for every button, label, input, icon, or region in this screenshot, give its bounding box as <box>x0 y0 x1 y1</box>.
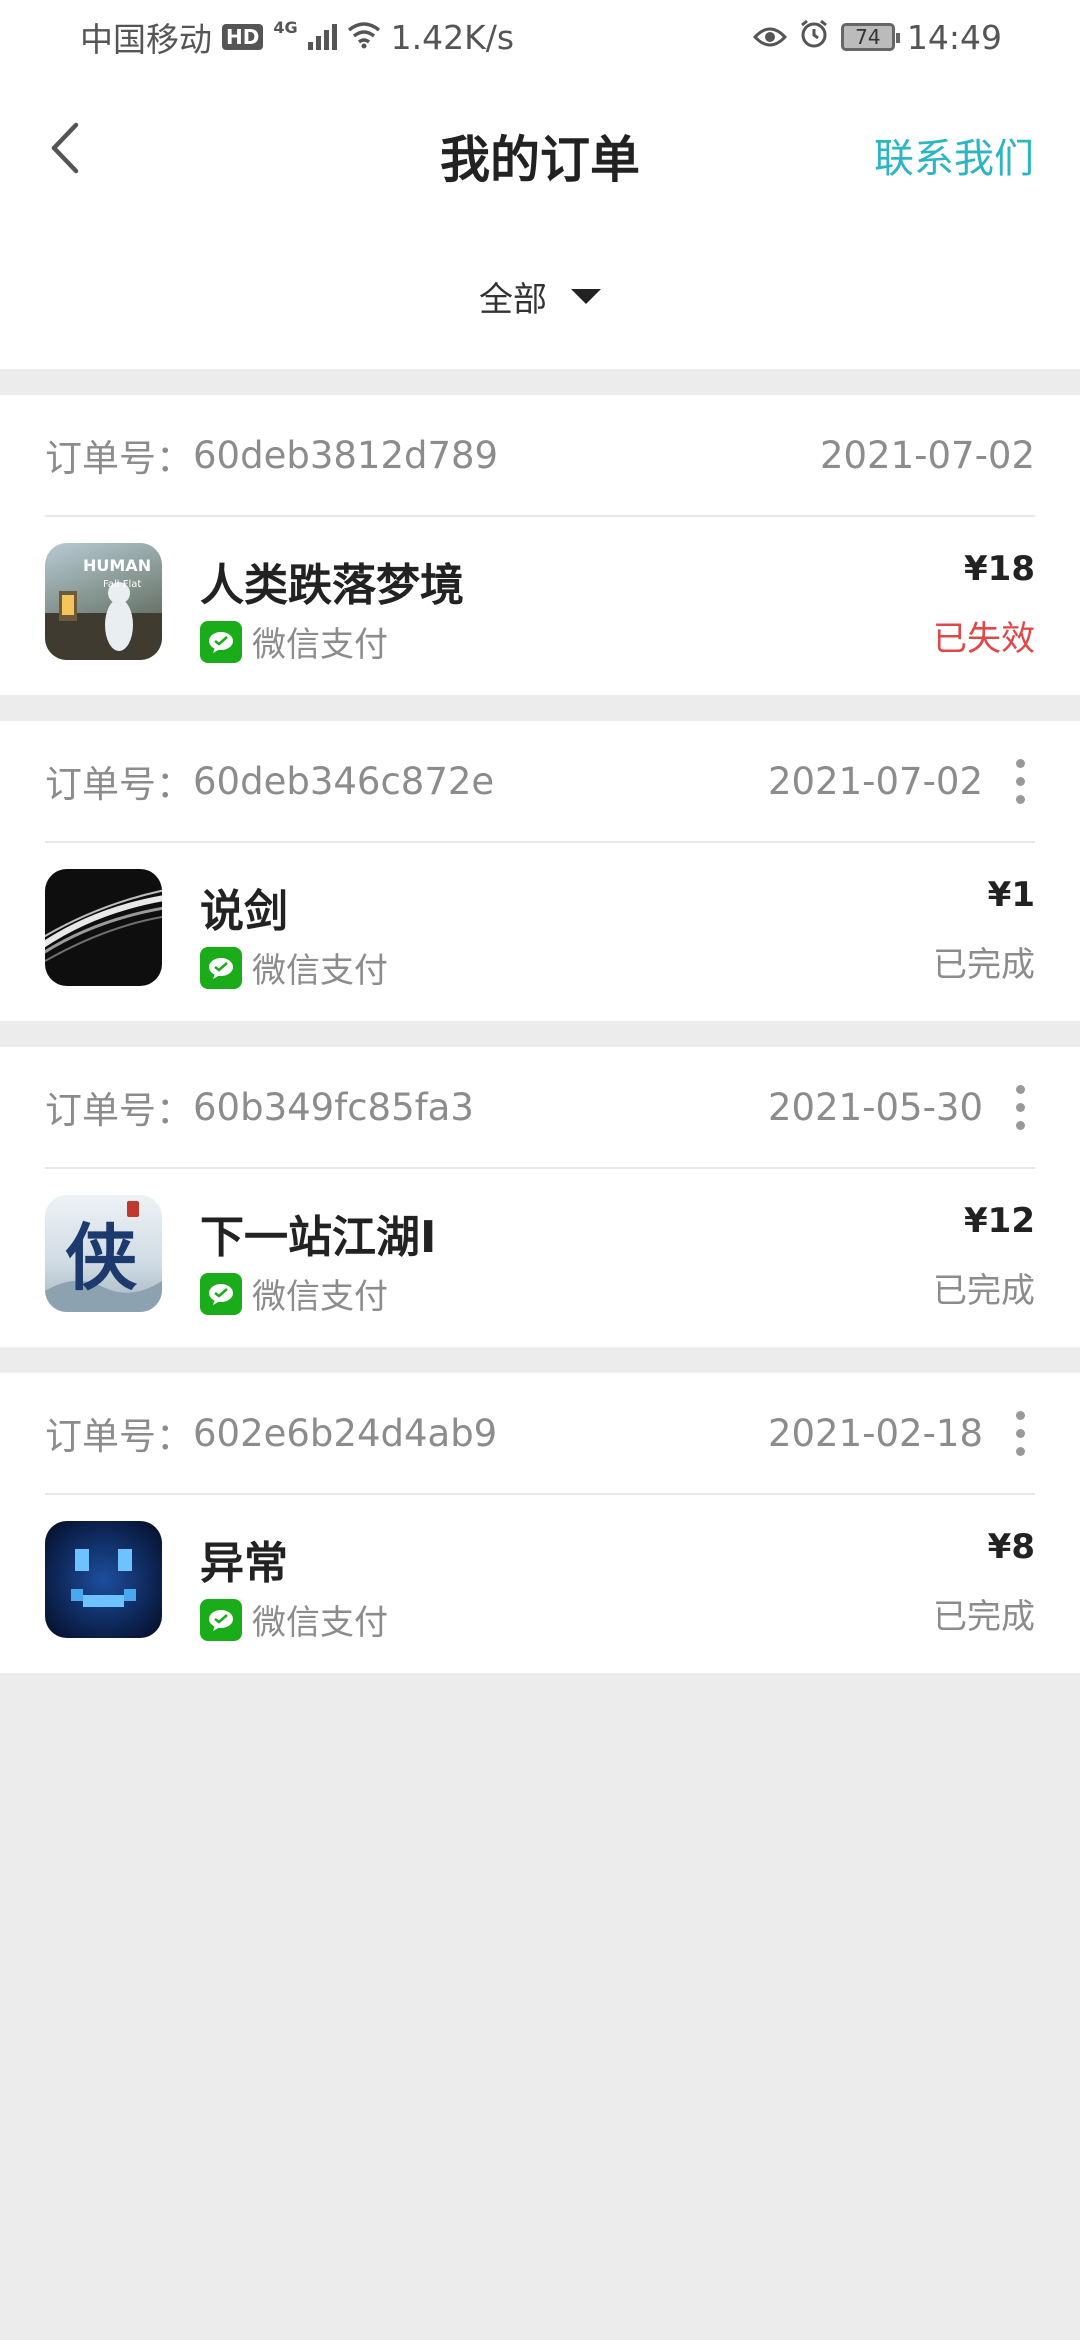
order-header: 订单号： 602e6b24d4ab9 2021-02-18 <box>45 1373 1035 1495</box>
payment-label: 微信支付 <box>252 951 388 991</box>
network-type: 4G <box>273 17 298 37</box>
signal-icon <box>307 24 337 50</box>
order-header: 订单号： 60b349fc85fa3 2021-05-30 <box>45 1047 1035 1169</box>
battery-icon: 74 <box>840 23 900 51</box>
order-header: 订单号： 60deb346c872e 2021-07-02 <box>45 721 1035 843</box>
game-icon <box>45 869 162 986</box>
caret-down-icon <box>571 289 601 304</box>
order-price: ¥1 <box>987 875 1035 915</box>
order-number: 60b349fc85fa3 <box>193 1085 474 1129</box>
payment-label: 微信支付 <box>252 1603 388 1643</box>
wechat-pay-icon <box>200 946 242 989</box>
order-card[interactable]: 订单号： 60b349fc85fa3 2021-05-30 侠 下一站江湖Ⅰ 微… <box>0 1047 1080 1347</box>
order-number-label: 订单号： <box>45 437 193 480</box>
order-number: 602e6b24d4ab9 <box>193 1411 498 1455</box>
payment-method: 微信支付 <box>200 1269 388 1318</box>
order-card[interactable]: 订单号： 602e6b24d4ab9 2021-02-18 异常 微信支付 ¥8… <box>0 1373 1080 1673</box>
game-logo-text: 侠 <box>65 1215 138 1300</box>
order-date: 2021-05-30 <box>767 1085 983 1129</box>
more-options-button[interactable] <box>1005 751 1035 811</box>
wechat-pay-icon <box>200 1272 242 1315</box>
wifi-icon <box>347 18 381 57</box>
more-options-button[interactable] <box>1005 1077 1035 1137</box>
svg-text:Fall Flat: Fall Flat <box>103 579 141 590</box>
game-icon <box>45 1521 162 1638</box>
header: 我的订单 联系我们 <box>0 74 1080 224</box>
order-price: ¥12 <box>964 1201 1035 1241</box>
clock: 14:49 <box>906 17 1002 57</box>
order-body: 侠 下一站江湖Ⅰ 微信支付 ¥12 已完成 <box>45 1171 1035 1347</box>
game-name: 下一站江湖Ⅰ <box>200 1212 437 1263</box>
order-status: 已失效 <box>933 619 1035 659</box>
order-card[interactable]: 订单号： 60deb3812d789 2021-07-02 HUMAN Fall… <box>0 395 1080 695</box>
payment-method: 微信支付 <box>200 943 388 992</box>
filter-dropdown[interactable]: 全部 <box>0 224 1080 369</box>
wechat-pay-icon <box>200 1598 242 1641</box>
order-status: 已完成 <box>933 1271 1035 1311</box>
hd-badge: HD <box>222 24 264 50</box>
order-body: 说剑 微信支付 ¥1 已完成 <box>45 845 1035 1021</box>
order-header: 订单号： 60deb3812d789 2021-07-02 <box>45 395 1035 517</box>
order-price: ¥18 <box>964 549 1035 589</box>
game-logo-text: HUMAN <box>83 556 151 575</box>
status-bar: 中国移动 HD 4G 1.42K/s 74 14:49 <box>0 0 1080 74</box>
order-number-label: 订单号： <box>45 1415 193 1458</box>
order-list: 订单号： 60deb3812d789 2021-07-02 HUMAN Fall… <box>0 395 1080 1699</box>
order-date: 2021-02-18 <box>767 1411 983 1455</box>
more-options-button[interactable] <box>1005 1403 1035 1463</box>
payment-label: 微信支付 <box>252 1277 388 1317</box>
payment-label: 微信支付 <box>252 625 388 665</box>
order-body: 异常 微信支付 ¥8 已完成 <box>45 1497 1035 1673</box>
payment-method: 微信支付 <box>200 1595 388 1644</box>
game-icon: HUMAN Fall Flat <box>45 543 162 660</box>
game-icon: 侠 <box>45 1195 162 1312</box>
game-name: 人类跌落梦境 <box>200 560 464 611</box>
eye-icon <box>752 18 787 57</box>
filter-label: 全部 <box>479 280 547 320</box>
order-number-label: 订单号： <box>45 1089 193 1132</box>
order-card[interactable]: 订单号： 60deb346c872e 2021-07-02 说剑 微信支付 ¥1… <box>0 721 1080 1021</box>
order-date: 2021-07-02 <box>767 759 983 803</box>
order-status: 已完成 <box>933 1597 1035 1637</box>
contact-us-button[interactable]: 联系我们 <box>874 126 1034 184</box>
payment-method: 微信支付 <box>200 617 388 666</box>
game-name: 说剑 <box>200 886 288 937</box>
order-status: 已完成 <box>933 945 1035 985</box>
order-price: ¥8 <box>987 1527 1035 1567</box>
order-number: 60deb3812d789 <box>193 433 499 477</box>
carrier-label: 中国移动 <box>80 20 212 59</box>
game-name: 异常 <box>200 1538 288 1589</box>
alarm-icon <box>799 18 829 57</box>
order-date: 2021-07-02 <box>819 433 1035 477</box>
network-speed: 1.42K/s <box>390 17 515 57</box>
order-number: 60deb346c872e <box>193 759 495 803</box>
order-number-label: 订单号： <box>45 763 193 806</box>
wechat-pay-icon <box>200 620 242 663</box>
order-body: HUMAN Fall Flat 人类跌落梦境 微信支付 ¥18 已失效 <box>45 519 1035 695</box>
